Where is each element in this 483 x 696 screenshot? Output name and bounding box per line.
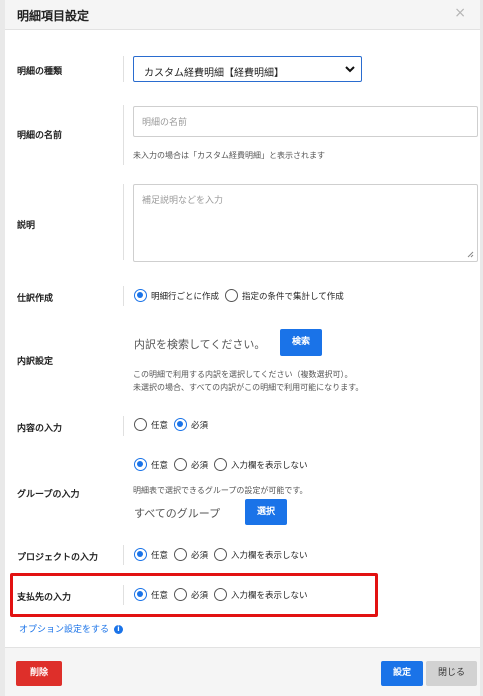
project-input-option-hidden[interactable]: 入力欄を表示しない (214, 548, 308, 561)
radio-selected-icon (134, 458, 147, 471)
save-button[interactable]: 設定 (381, 661, 423, 686)
journal-option-aggregate[interactable]: 指定の条件で集計して作成 (225, 289, 344, 302)
info-icon: i (113, 625, 123, 634)
modal-header: 明細項目設定 × (5, 0, 480, 30)
content-input-option-optional[interactable]: 任意 (134, 418, 168, 431)
modal-footer: 削除 設定 閉じる (5, 647, 480, 696)
divider (123, 56, 124, 82)
description-placeholder: 補足説明などを入力 (142, 196, 224, 206)
radio-label: 明細行ごとに作成 (151, 291, 220, 302)
radio-unselected-icon (174, 458, 188, 471)
project-input-radio-group: 任意 必須 入力欄を表示しない (134, 548, 314, 561)
group-input-radio-group: 任意 必須 入力欄を表示しない (134, 458, 314, 471)
name-label: 明細の名前 (17, 131, 63, 141)
project-input-option-required[interactable]: 必須 (174, 548, 208, 561)
radio-label: 必須 (191, 550, 209, 561)
group-input-label: グループの入力 (17, 490, 80, 500)
radio-label: 任意 (151, 460, 169, 471)
project-input-label: プロジェクトの入力 (17, 553, 99, 563)
group-selection-text: すべてのグループ (134, 507, 221, 520)
project-input-option-optional[interactable]: 任意 (134, 548, 168, 561)
radio-unselected-icon (214, 458, 228, 471)
description-label: 説明 (17, 221, 36, 231)
radio-selected-icon (134, 289, 147, 302)
divider (123, 105, 124, 165)
option-settings-link[interactable]: オプション設定をする i (19, 622, 123, 635)
radio-label: 任意 (151, 550, 169, 561)
detail-type-select[interactable]: カスタム経費明細【経費明細】 (133, 56, 362, 82)
type-label: 明細の種類 (17, 67, 63, 77)
divider (123, 286, 124, 306)
radio-label: 必須 (191, 420, 209, 431)
radio-unselected-icon (225, 289, 239, 302)
breakdown-label: 内訳設定 (17, 357, 54, 367)
close-icon[interactable]: × (454, 5, 466, 21)
resize-grip-icon[interactable] (467, 251, 474, 258)
breakdown-hint-1: この明細で利用する内訳を選択してください（複数選択可）。 (133, 370, 353, 379)
divider (123, 545, 124, 565)
group-input-option-optional[interactable]: 任意 (134, 458, 168, 471)
item-settings-modal: 明細項目設定 × 明細の種類 カスタム経費明細【経費明細】 明細の名前 明細の名… (0, 0, 483, 696)
content-input-option-required[interactable]: 必須 (174, 418, 208, 431)
radio-label: 入力欄を表示しない (231, 460, 308, 471)
radio-unselected-icon (214, 548, 228, 561)
group-input-option-hidden[interactable]: 入力欄を表示しない (214, 458, 308, 471)
breakdown-hint-2: 未選択の場合、すべての内訳がこの明細で利用可能になります。 (133, 383, 364, 392)
description-textarea[interactable]: 補足説明などを入力 (133, 184, 478, 262)
group-select-button[interactable]: 選択 (245, 499, 287, 525)
group-input-option-required[interactable]: 必須 (174, 458, 208, 471)
divider (123, 416, 124, 436)
journal-radio-group: 明細行ごとに作成 指定の条件で集計して作成 (134, 289, 350, 302)
payee-highlight-box (10, 573, 378, 617)
radio-selected-icon (174, 418, 188, 431)
close-button[interactable]: 閉じる (426, 661, 477, 686)
breakdown-search-button[interactable]: 検索 (280, 329, 322, 356)
name-hint: 未入力の場合は「カスタム経費明細」と表示されます (133, 151, 325, 160)
journal-option-per-line[interactable]: 明細行ごとに作成 (134, 289, 219, 302)
modal-title: 明細項目設定 (17, 9, 90, 23)
content-input-radio-group: 任意 必須 (134, 418, 214, 431)
group-input-hint: 明細表で選択できるグループの設定が可能です。 (133, 486, 308, 495)
detail-name-input[interactable]: 明細の名前 (133, 106, 478, 137)
radio-label: 入力欄を表示しない (231, 550, 308, 561)
journal-label: 仕訳作成 (17, 294, 54, 304)
radio-label: 必須 (191, 460, 209, 471)
delete-button[interactable]: 削除 (16, 661, 62, 686)
divider (123, 184, 124, 260)
radio-unselected-icon (134, 418, 147, 431)
content-input-label: 内容の入力 (17, 424, 63, 434)
radio-selected-icon (134, 548, 147, 561)
radio-label: 任意 (151, 420, 169, 431)
breakdown-search-text: 内訳を検索してください。 (134, 338, 266, 351)
chevron-down-icon (345, 66, 355, 73)
detail-type-value: カスタム経費明細【経費明細】 (144, 68, 284, 79)
radio-unselected-icon (174, 548, 188, 561)
option-settings-link-text: オプション設定をする (19, 625, 110, 635)
radio-label: 指定の条件で集計して作成 (242, 291, 344, 302)
